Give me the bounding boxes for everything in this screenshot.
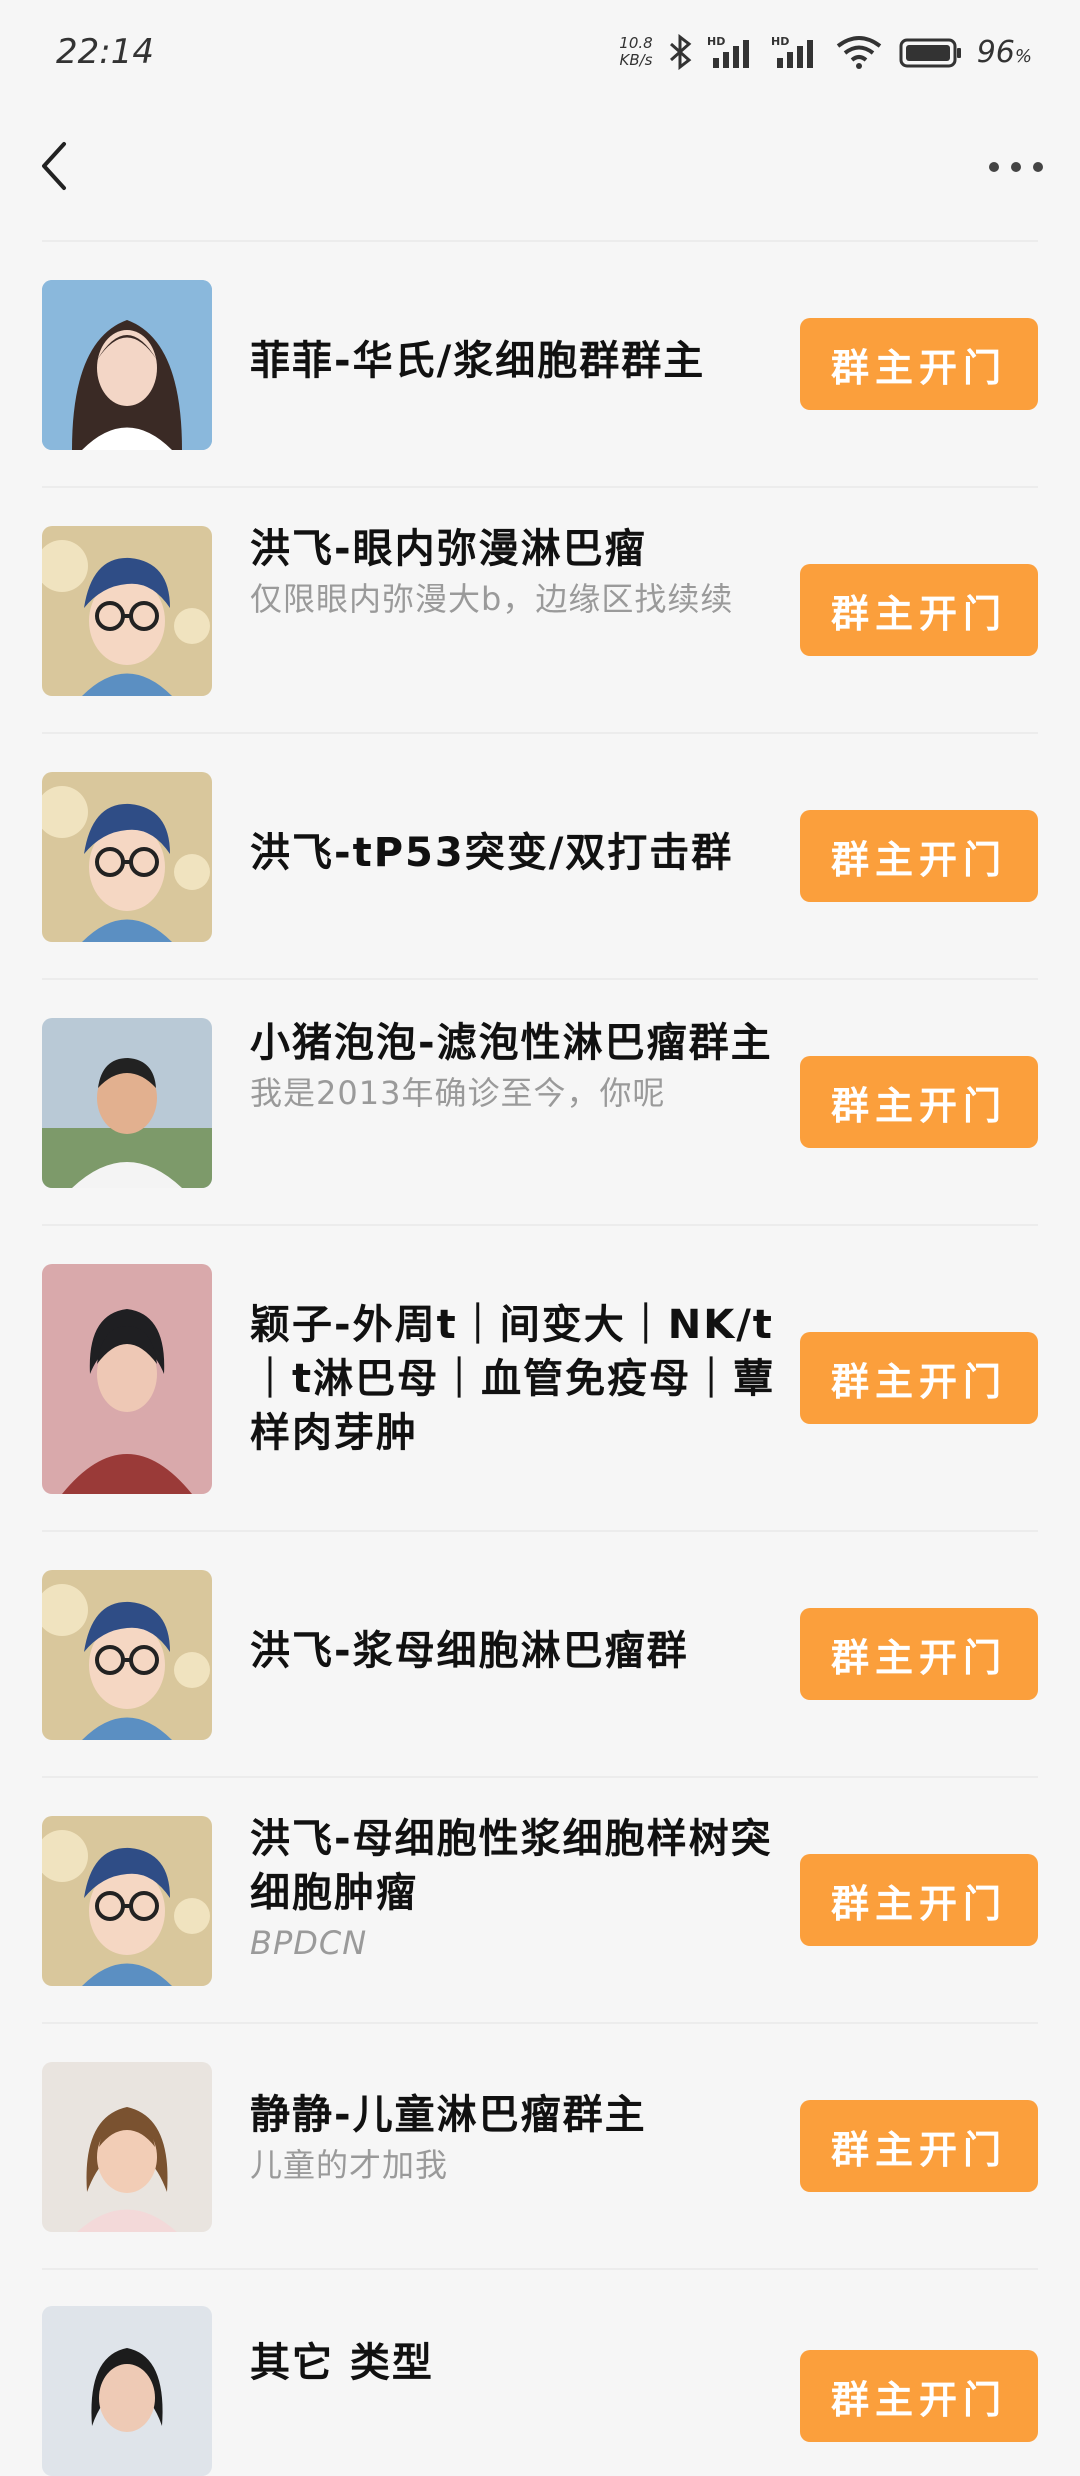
list-item[interactable]: 洪飞-母细胞性浆细胞样树突细胞肿瘤 BPDCN 群主开门 xyxy=(42,1778,1038,2024)
list-item[interactable]: 颖子-外周t｜间变大｜NK/t｜t淋巴母｜血管免疫母｜蕈样肉芽肿 群主开门 xyxy=(42,1226,1038,1532)
avatar xyxy=(42,526,212,696)
open-door-button[interactable]: 群主开门 xyxy=(800,318,1038,410)
group-subtitle: 我是2013年确诊至今，你呢 xyxy=(250,1074,666,1112)
list-item[interactable]: 静静-儿童淋巴瘤群主 儿童的才加我 群主开门 xyxy=(42,2024,1038,2270)
back-arrow-icon[interactable] xyxy=(34,136,78,196)
list-item[interactable]: 洪飞-眼内弥漫淋巴瘤 仅限眼内弥漫大b，边缘区找续续 群主开门 xyxy=(42,488,1038,734)
open-door-button[interactable]: 群主开门 xyxy=(800,2100,1038,2192)
list-item-text: 静静-儿童淋巴瘤群主 儿童的才加我 xyxy=(250,2088,810,2188)
group-title: 洪飞-浆母细胞淋巴瘤群 xyxy=(250,1628,689,1674)
signal-2-icon: HD xyxy=(771,34,821,70)
status-time: 22:14 xyxy=(56,32,154,72)
avatar xyxy=(42,1816,212,1986)
svg-text:HD: HD xyxy=(771,35,789,48)
network-speed: 10.8 KB/s xyxy=(619,34,653,69)
avatar xyxy=(42,280,212,450)
open-door-button[interactable]: 群主开门 xyxy=(800,2350,1038,2442)
list-item-text: 洪飞-母细胞性浆细胞样树突细胞肿瘤 BPDCN xyxy=(250,1812,810,1966)
group-title: 洪飞-眼内弥漫淋巴瘤 xyxy=(250,526,647,572)
group-subtitle: 仅限眼内弥漫大b，边缘区找续续 xyxy=(250,580,734,618)
avatar xyxy=(42,1570,212,1740)
status-icons: 10.8 KB/s HD HD 96% xyxy=(619,30,1032,74)
group-title: 小猪泡泡-滤泡性淋巴瘤群主 xyxy=(250,1020,773,1066)
list-item-text: 小猪泡泡-滤泡性淋巴瘤群主 我是2013年确诊至今，你呢 xyxy=(250,1016,810,1116)
group-subtitle: BPDCN xyxy=(250,1924,368,1962)
bluetooth-icon xyxy=(667,34,693,70)
list-item-text: 洪飞-浆母细胞淋巴瘤群 xyxy=(250,1624,810,1678)
avatar xyxy=(42,1018,212,1188)
list-item-text: 颖子-外周t｜间变大｜NK/t｜t淋巴母｜血管免疫母｜蕈样肉芽肿 xyxy=(250,1298,810,1460)
battery-icon xyxy=(899,34,963,70)
avatar xyxy=(42,1264,212,1494)
group-title: 洪飞-tP53突变/双打击群 xyxy=(250,830,734,876)
list-item[interactable]: 洪飞-tP53突变/双打击群 群主开门 xyxy=(42,734,1038,980)
open-door-button[interactable]: 群主开门 xyxy=(800,810,1038,902)
group-title: 其它 类型 xyxy=(250,2340,434,2386)
group-title: 颖子-外周t｜间变大｜NK/t｜t淋巴母｜血管免疫母｜蕈样肉芽肿 xyxy=(250,1302,776,1456)
list-item[interactable]: 洪飞-浆母细胞淋巴瘤群 群主开门 xyxy=(42,1532,1038,1778)
group-subtitle: 儿童的才加我 xyxy=(250,2146,449,2184)
signal-1-icon: HD xyxy=(707,34,757,70)
list-item-text: 其它 类型 xyxy=(250,2336,810,2390)
list-item-text: 洪飞-tP53突变/双打击群 xyxy=(250,826,810,880)
list-item[interactable]: 菲菲-华氏/浆细胞群群主 群主开门 xyxy=(42,242,1038,488)
group-list: 菲菲-华氏/浆细胞群群主 群主开门 洪飞-眼内弥漫淋巴瘤 仅限眼内弥漫大b，边缘… xyxy=(42,242,1038,2476)
wifi-icon xyxy=(835,34,885,70)
group-title: 洪飞-母细胞性浆细胞样树突细胞肿瘤 xyxy=(250,1816,773,1916)
nav-bar xyxy=(0,100,1080,240)
list-item-text: 菲菲-华氏/浆细胞群群主 xyxy=(250,334,810,388)
more-dots-icon[interactable] xyxy=(986,152,1046,182)
list-item[interactable]: 小猪泡泡-滤泡性淋巴瘤群主 我是2013年确诊至今，你呢 群主开门 xyxy=(42,980,1038,1226)
group-title: 菲菲-华氏/浆细胞群群主 xyxy=(250,338,706,384)
open-door-button[interactable]: 群主开门 xyxy=(800,564,1038,656)
list-item-text: 洪飞-眼内弥漫淋巴瘤 仅限眼内弥漫大b，边缘区找续续 xyxy=(250,522,810,622)
status-bar: 22:14 10.8 KB/s HD HD 96% xyxy=(0,0,1080,100)
open-door-button[interactable]: 群主开门 xyxy=(800,1854,1038,1946)
open-door-button[interactable]: 群主开门 xyxy=(800,1608,1038,1700)
open-door-button[interactable]: 群主开门 xyxy=(800,1056,1038,1148)
avatar xyxy=(42,2062,212,2232)
avatar xyxy=(42,2306,212,2476)
battery-percent: 96% xyxy=(976,34,1032,70)
open-door-button[interactable]: 群主开门 xyxy=(800,1332,1038,1424)
svg-text:HD: HD xyxy=(707,35,725,48)
list-item[interactable]: 其它 类型 群主开门 xyxy=(42,2270,1038,2476)
group-title: 静静-儿童淋巴瘤群主 xyxy=(250,2092,647,2138)
avatar xyxy=(42,772,212,942)
